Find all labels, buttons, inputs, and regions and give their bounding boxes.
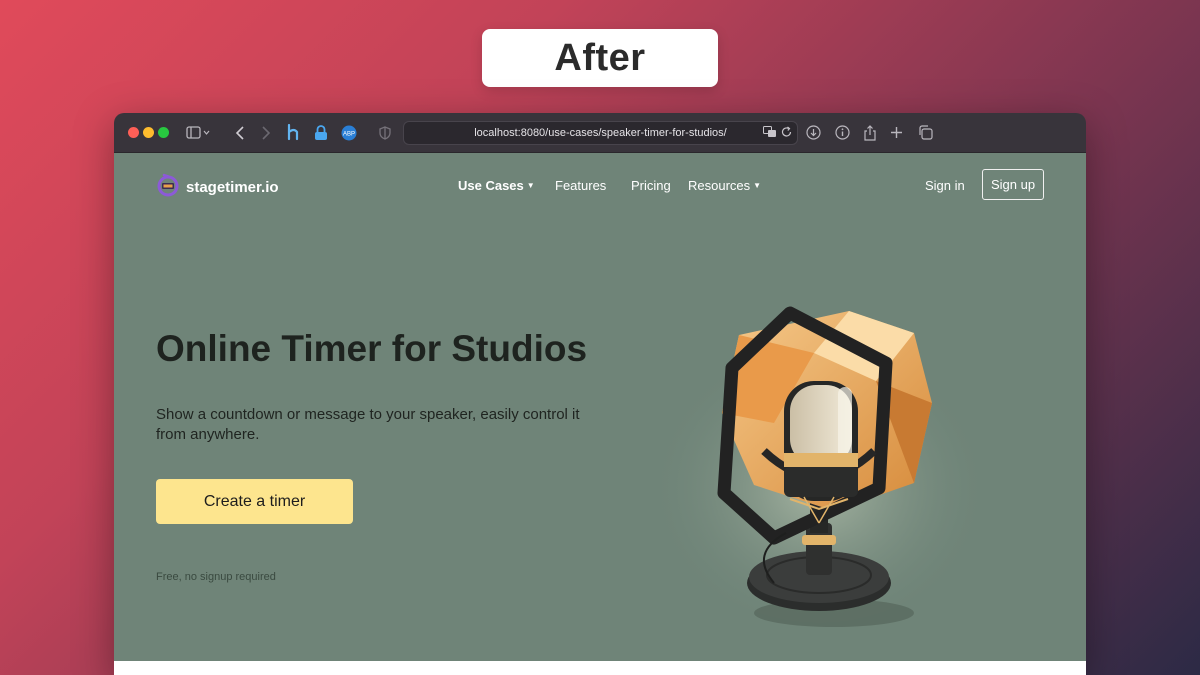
sidebar-toggle-icon[interactable] xyxy=(186,124,210,141)
browser-toolbar: ABP localhost:8080/use-cases/speaker-tim… xyxy=(114,113,1086,153)
new-tab-icon[interactable] xyxy=(890,124,903,141)
nav-pricing[interactable]: Pricing xyxy=(631,178,671,193)
back-icon[interactable] xyxy=(234,124,246,141)
nav-resources-label: Resources xyxy=(688,178,751,193)
password-lock-icon[interactable] xyxy=(314,124,328,141)
sign-in-label: Sign in xyxy=(925,178,965,193)
privacy-shield-icon[interactable] xyxy=(379,124,391,141)
chevron-down-icon: ▼ xyxy=(753,181,762,190)
chevron-down-icon: ▼ xyxy=(526,181,535,190)
svg-text:ABP: ABP xyxy=(343,131,355,137)
logo-text: stagetimer.io xyxy=(186,179,279,196)
after-badge-label: After xyxy=(554,36,646,79)
nav-use-cases[interactable]: Use Cases ▼ xyxy=(458,178,535,193)
nav-resources[interactable]: Resources ▼ xyxy=(688,178,761,193)
nav-features[interactable]: Features xyxy=(555,178,606,193)
address-bar-url: localhost:8080/use-cases/speaker-timer-f… xyxy=(474,127,727,139)
sign-up-button[interactable]: Sign up xyxy=(982,169,1044,200)
hero-subtitle: Show a countdown or message to your spea… xyxy=(156,406,580,443)
nav-use-cases-label: Use Cases xyxy=(458,178,524,193)
page-below-fold xyxy=(114,661,1086,675)
downloads-icon[interactable] xyxy=(806,124,821,141)
sign-up-label: Sign up xyxy=(990,177,1036,192)
tab-overview-icon[interactable] xyxy=(918,124,933,141)
site-logo[interactable]: stagetimer.io xyxy=(156,173,279,202)
browser-window: ABP localhost:8080/use-cases/speaker-tim… xyxy=(114,113,1086,675)
signup-note: Free, no signup required xyxy=(156,571,276,583)
share-icon[interactable] xyxy=(863,124,877,141)
hero-title: Online Timer for Studios xyxy=(156,328,588,369)
minimize-window-button[interactable] xyxy=(143,127,154,138)
sign-in-link[interactable]: Sign in xyxy=(925,178,965,193)
zoom-window-button[interactable] xyxy=(158,127,169,138)
translate-icon[interactable] xyxy=(763,126,777,141)
create-timer-label: Create a timer xyxy=(203,492,306,510)
reload-icon[interactable] xyxy=(781,126,792,141)
address-bar[interactable]: localhost:8080/use-cases/speaker-timer-f… xyxy=(403,121,798,145)
forward-icon[interactable] xyxy=(260,124,272,141)
studio-microphone-illustration xyxy=(614,253,994,638)
create-timer-button[interactable]: Create a timer xyxy=(156,479,353,524)
stagetimer-logo-icon xyxy=(156,173,180,202)
info-icon[interactable] xyxy=(835,124,850,141)
nav-features-label: Features xyxy=(555,178,607,193)
adblock-icon[interactable]: ABP xyxy=(341,124,357,141)
nav-pricing-label: Pricing xyxy=(631,178,671,193)
honey-extension-icon[interactable] xyxy=(286,124,302,141)
webpage: stagetimer.io Use Cases ▼ Features Prici… xyxy=(114,153,1086,661)
after-badge: After xyxy=(482,29,718,87)
close-window-button[interactable] xyxy=(128,127,139,138)
